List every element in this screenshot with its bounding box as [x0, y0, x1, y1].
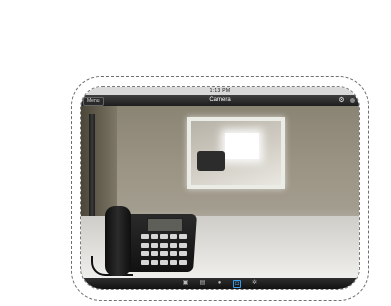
- status-time: 1:13 PM: [209, 88, 231, 94]
- projected-image: [187, 117, 285, 189]
- navigation-bar: Menu Camera ⚙: [81, 95, 359, 106]
- projected-room: [191, 121, 281, 185]
- page-title: Camera: [209, 97, 231, 103]
- projected-window: [225, 133, 259, 159]
- camera-feed[interactable]: [81, 106, 359, 278]
- circle-icon[interactable]: ●: [216, 280, 223, 287]
- record-indicator-icon: [350, 98, 355, 103]
- phone-display: [147, 218, 183, 232]
- document-icon[interactable]: ▤: [199, 280, 206, 287]
- status-bar: 1:13 PM: [81, 87, 359, 95]
- image-icon[interactable]: ▣: [182, 280, 189, 287]
- tablet-screen: 1:13 PM Menu Camera ⚙ ▣ ▤ ● ◘ ✲: [80, 86, 360, 290]
- projected-phone: [197, 151, 225, 171]
- phone-keypad: [141, 234, 187, 266]
- tablet-frame: 1:13 PM Menu Camera ⚙ ▣ ▤ ● ◘ ✲: [71, 76, 369, 301]
- tab-bar: ▣ ▤ ● ◘ ✲: [81, 278, 359, 289]
- settings-icon[interactable]: ✲: [251, 280, 258, 287]
- camera-icon[interactable]: ◘: [233, 279, 241, 288]
- gear-icon[interactable]: ⚙: [338, 97, 345, 104]
- phone-handset: [105, 206, 131, 276]
